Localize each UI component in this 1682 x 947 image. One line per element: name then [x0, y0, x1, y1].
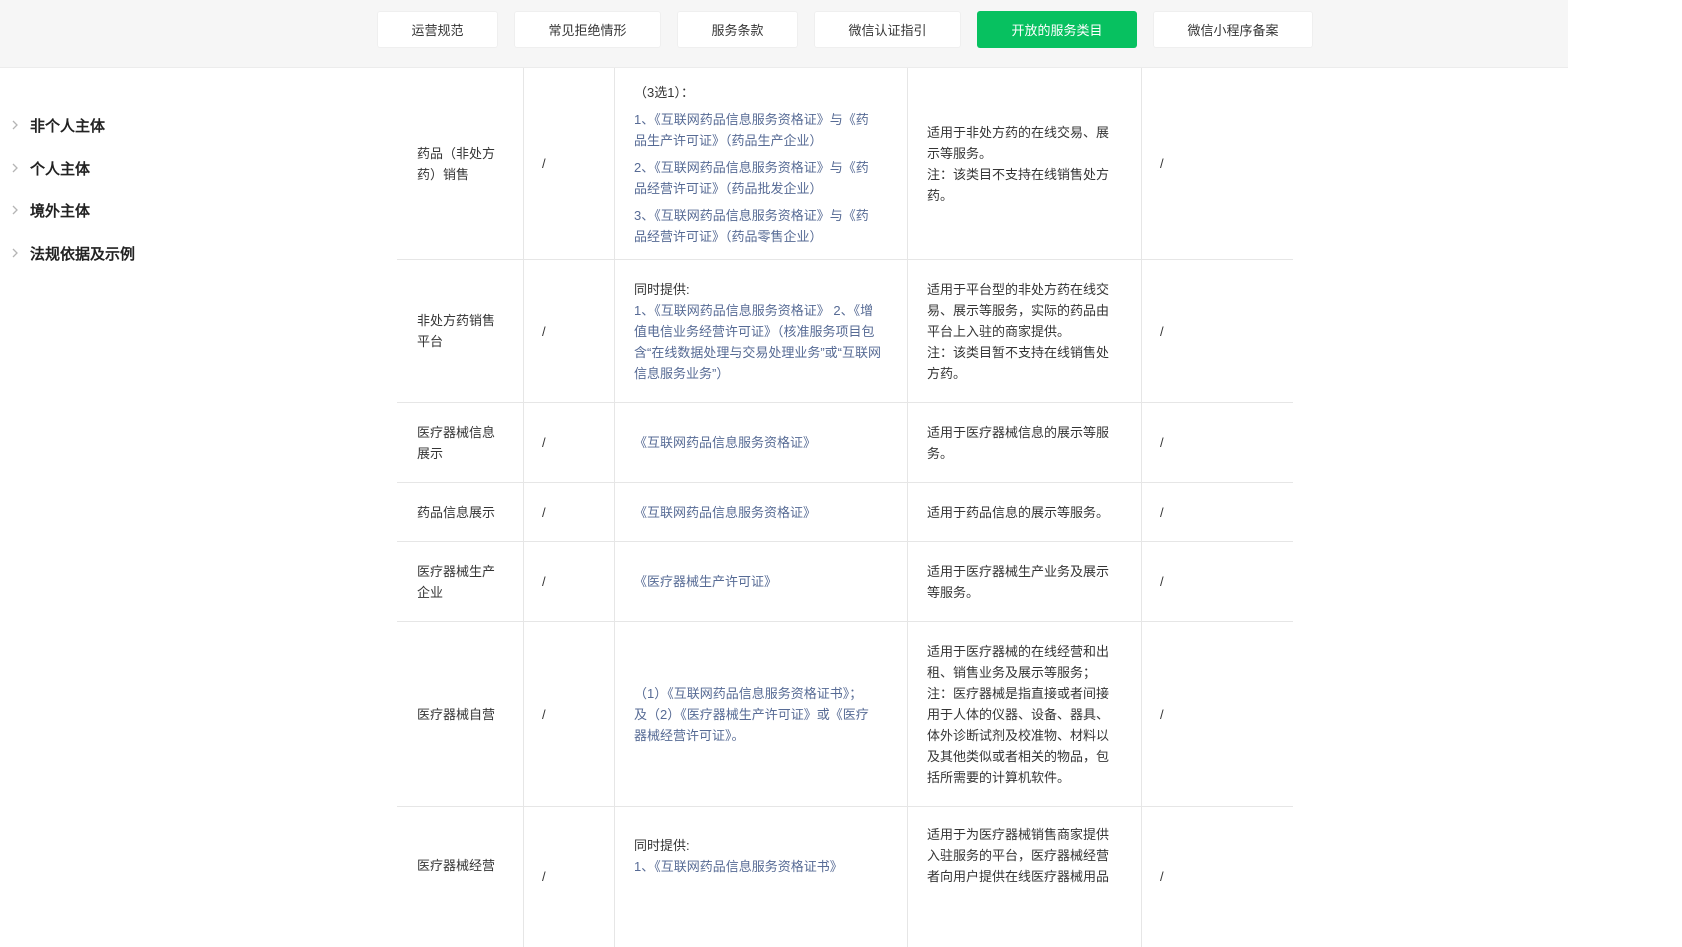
category-description: 适用于平台型的非处方药在线交 易、展示等服务，实际的药品由 平台上入驻的商家提供。注… — [927, 281, 1110, 381]
required-qualifications: 《互联网药品信息服务资格证》 — [634, 504, 817, 520]
tab-common-rejections[interactable]: 常见拒绝情形 — [514, 11, 661, 48]
cell-value: / — [542, 323, 546, 339]
table-row: 医疗器械自营 / （1）《互联网药品信息服务资格证书》； 及（2）《医疗器械生产许… — [397, 622, 1293, 807]
category-table: 药品（非处方 药）销售 / （3选1）： 1、《互联网药品信息服务资格证》与《药 … — [397, 68, 1293, 947]
table-row: 医疗器械信息 展示 / 《互联网药品信息服务资格证》 适用于医疗器械信息的展示等服… — [397, 403, 1293, 483]
sidebar-item-label: 个人主体 — [30, 160, 91, 178]
category-name: 医疗器械信息 展示 — [417, 424, 496, 461]
chevron-right-icon — [0, 120, 30, 130]
table-row: 医疗器械生产 企业 / 《医疗器械生产许可证》 适用于医疗器械生产业务及展示 等服务… — [397, 542, 1293, 622]
sidebar-item-individual[interactable]: 个人主体 — [0, 154, 90, 182]
cell-value: / — [1160, 504, 1164, 520]
category-name: 药品信息展示 — [417, 504, 496, 520]
cell-value: / — [542, 435, 546, 450]
category-description: 适用于医疗器械生产业务及展示 等服务。 — [927, 563, 1110, 600]
table-row: 药品信息展示 / 《互联网药品信息服务资格证》 适用于药品信息的展示等服务。 / — [397, 483, 1293, 542]
chevron-right-icon — [0, 205, 30, 215]
required-qualifications: 同时提供: 1、《互联网药品信息服务资格证》 2、《增 值电信业务经营许可证》（… — [634, 281, 881, 381]
chevron-right-icon — [0, 163, 30, 173]
cell-value: / — [542, 156, 546, 171]
category-name: 医疗器械自营 — [417, 706, 496, 722]
sidebar-item-regulations[interactable]: 法规依据及示例 — [0, 239, 135, 267]
cell-value: / — [1160, 323, 1164, 339]
category-name: 医疗器械经营 — [417, 858, 496, 873]
required-qualifications: 《医疗器械生产许可证》 — [634, 574, 778, 589]
tab-service-terms[interactable]: 服务条款 — [677, 11, 798, 48]
table-row: 医疗器械经营 / 同时提供: 1、《互联网药品信息服务资格证书》 适用于为医疗器械… — [397, 807, 1293, 947]
sidebar-item-label: 境外主体 — [30, 202, 91, 220]
required-qualifications: 《互联网药品信息服务资格证》 — [634, 435, 817, 450]
cell-value: / — [1160, 574, 1164, 589]
tab-open-categories[interactable]: 开放的服务类目 — [977, 11, 1137, 48]
cell-value: / — [542, 869, 546, 884]
cell-value: / — [1160, 706, 1164, 722]
table-row: 药品（非处方 药）销售 / （3选1）： 1、《互联网药品信息服务资格证》与《药 … — [397, 68, 1293, 260]
sidebar-item-label: 法规依据及示例 — [30, 245, 136, 263]
sidebar-item-non-individual[interactable]: 非个人主体 — [0, 111, 105, 139]
category-description: 适用于非处方药的在线交易、展 示等服务。 注：该类目不支持在线销售处方 药。 — [927, 124, 1110, 203]
category-name: 药品（非处方 药）销售 — [417, 145, 496, 182]
cell-value: / — [542, 706, 546, 722]
category-description: 适用于为医疗器械销售商家提供 入驻服务的平台，医疗器械经营 者向用户提供在线医疗器械… — [927, 827, 1110, 884]
tab-miniprogram-filing[interactable]: 微信小程序备案 — [1153, 11, 1313, 48]
category-description: 适用于药品信息的展示等服务。 — [927, 504, 1110, 520]
category-name: 非处方药销售 平台 — [417, 313, 496, 349]
cell-value: / — [1160, 869, 1164, 884]
cell-value: / — [1160, 435, 1164, 450]
required-qualifications: （1）《互联网药品信息服务资格证书》； 及（2）《医疗器械生产许可证》或《医疗 器械… — [634, 685, 869, 743]
cell-value: / — [1160, 156, 1164, 171]
table-row: 非处方药销售 平台 / 同时提供: 1、《互联网药品信息服务资格证》 2、《增 值… — [397, 260, 1293, 403]
category-description: 适用于医疗器械的在线经营和出 租、销售业务及展示等服务； 注：医疗器械是指直接或者间… — [927, 643, 1110, 785]
top-tab-bar: 运营规范 常见拒绝情形 服务条款 微信认证指引 开放的服务类目 微信小程序备案 — [0, 0, 1568, 68]
tab-operation-rules[interactable]: 运营规范 — [377, 11, 498, 48]
cell-value: / — [542, 574, 546, 589]
sidebar-item-overseas[interactable]: 境外主体 — [0, 196, 90, 224]
category-name: 医疗器械生产 企业 — [417, 563, 496, 600]
required-qualifications: 同时提供: 1、《互联网药品信息服务资格证书》 — [634, 838, 843, 874]
required-qualifications: （3选1）： 1、《互联网药品信息服务资格证》与《药 品生产许可证》（药品生产企… — [634, 85, 869, 244]
category-description: 适用于医疗器械信息的展示等服 务。 — [927, 424, 1110, 461]
sidebar: 非个人主体 个人主体 境外主体 法规依据及示例 — [0, 68, 292, 947]
sidebar-item-label: 非个人主体 — [30, 117, 106, 135]
tab-wechat-verification[interactable]: 微信认证指引 — [814, 11, 961, 48]
cell-value: / — [542, 504, 546, 520]
chevron-right-icon — [0, 248, 30, 258]
